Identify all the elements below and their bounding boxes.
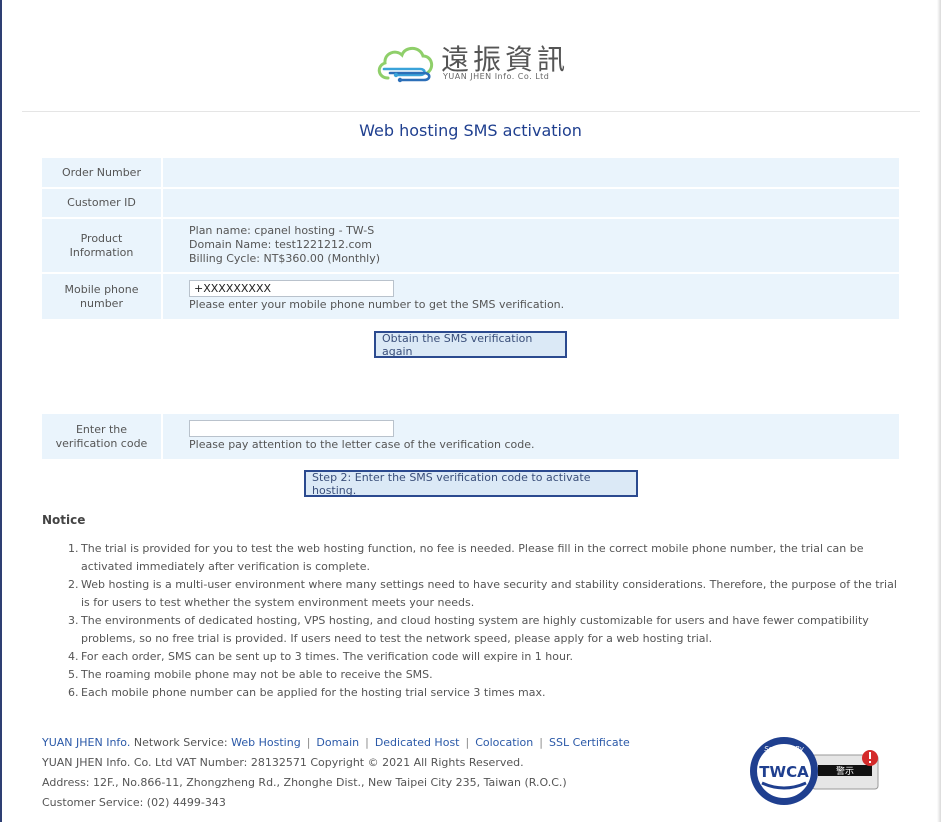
footer-brand-link[interactable]: YUAN JHEN Info. <box>42 736 130 749</box>
verification-label: Enter the verification code <box>55 422 148 450</box>
mobile-phone-label: Mobile phone number <box>64 282 139 310</box>
notice-item: 5. The roaming mobile phone may not be ab… <box>68 668 433 681</box>
notice-item: 4. For each order, SMS can be sent up to … <box>68 650 573 663</box>
billing-cycle: Billing Cycle: NT$360.00 (Monthly) <box>189 252 381 265</box>
mobile-phone-input[interactable] <box>189 280 394 297</box>
footer-link-dedicated-host[interactable]: Dedicated Host <box>375 736 460 749</box>
notice-item: 6. Each mobile phone number can be applie… <box>68 686 546 699</box>
twca-seal-icon[interactable]: 警示 Secured By TWCA <box>748 735 888 807</box>
badge-ring-text: Secured By <box>764 745 805 753</box>
badge-tag: 警示 <box>836 765 854 777</box>
footer: YUAN JHEN Info. Network Service: Web Hos… <box>42 733 630 813</box>
header-divider <box>22 111 920 112</box>
logo-english-text: YUAN JHEN Info. Co. Ltd <box>443 72 550 81</box>
notice-title: Notice <box>42 513 86 527</box>
customer-id-label: Customer ID <box>67 196 136 209</box>
customer-id-row: Customer ID <box>42 189 899 217</box>
verification-row: Enter the verification code Please pay a… <box>42 414 899 459</box>
footer-link-web-hosting[interactable]: Web Hosting <box>231 736 301 749</box>
mobile-phone-hint: Please enter your mobile phone number to… <box>189 298 565 311</box>
notice-item: 1. The trial is provided for you to test … <box>68 542 864 573</box>
network-service-label: Network Service: <box>133 736 228 749</box>
badge-brand: TWCA <box>759 763 809 781</box>
activate-hosting-button[interactable]: Step 2: Enter the SMS verification code … <box>304 470 638 497</box>
product-info-label: Product Information <box>69 231 134 259</box>
footer-link-colocation[interactable]: Colocation <box>475 736 533 749</box>
notice-item: 2. Web hosting is a multi-user environmen… <box>68 578 897 609</box>
page-title: Web hosting SMS activation <box>359 121 582 140</box>
cloud-logo-icon <box>377 46 434 83</box>
footer-link-ssl-certificate[interactable]: SSL Certificate <box>549 736 630 749</box>
footer-address-line: Address: 12F., No.866-11, Zhongzheng Rd.… <box>42 776 567 789</box>
footer-links-line: YUAN JHEN Info. Network Service: Web Hos… <box>42 736 630 749</box>
company-logo[interactable]: 遠振資訊 YUAN JHEN Info. Co. Ltd <box>374 38 574 88</box>
verification-code-input[interactable] <box>189 420 394 437</box>
order-number-row: Order Number <box>42 158 899 187</box>
notice-item: 3. The environments of dedicated hosting,… <box>68 614 869 645</box>
order-number-label: Order Number <box>62 165 141 179</box>
plan-name: Plan name: cpanel hosting - TW-S <box>189 224 375 237</box>
notice-list: 1. The trial is provided for you to test … <box>68 540 898 702</box>
footer-link-domain[interactable]: Domain <box>316 736 359 749</box>
footer-service-line: Customer Service: (02) 4499-343 <box>42 796 226 809</box>
mobile-phone-row: Mobile phone number Please enter your mo… <box>42 274 899 319</box>
product-info-row: Product Information Plan name: cpanel ho… <box>42 219 899 272</box>
verification-hint: Please pay attention to the letter case … <box>189 438 535 451</box>
obtain-sms-button[interactable]: Obtain the SMS verification again <box>374 331 567 358</box>
footer-company-line: YUAN JHEN Info. Co. Ltd VAT Number: 2813… <box>42 756 524 769</box>
domain-name: Domain Name: test1221212.com <box>189 238 372 251</box>
